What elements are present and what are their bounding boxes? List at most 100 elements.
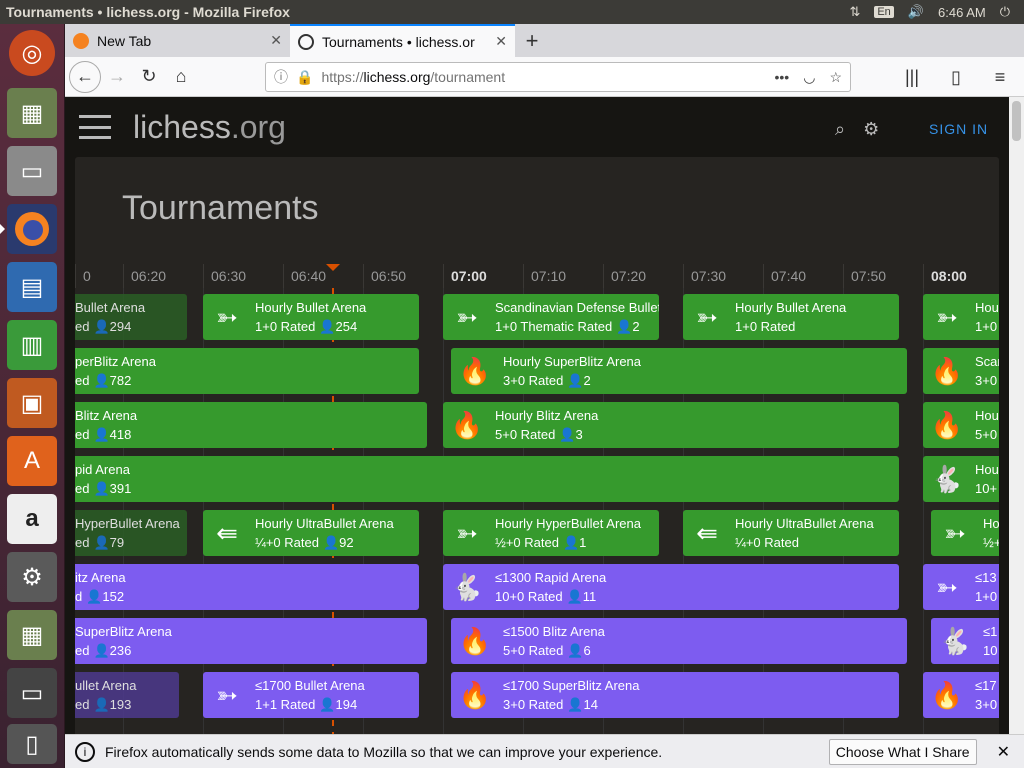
- floppy-icon[interactable]: ▭: [7, 668, 57, 718]
- tournament-card[interactable]: ullet Arena ed 👤193: [75, 672, 179, 718]
- tournament-name: Hourly Blitz Arena: [495, 408, 599, 423]
- tournament-card[interactable]: 🐇 ≤1 10: [931, 618, 999, 664]
- software-center-icon[interactable]: A: [7, 436, 57, 486]
- tournament-meta: d 👤152: [75, 589, 125, 604]
- file-manager-icon[interactable]: ▭: [7, 146, 57, 196]
- close-tab-icon[interactable]: ✕: [270, 32, 282, 49]
- back-button[interactable]: ←: [69, 60, 101, 93]
- choose-what-i-share-button[interactable]: Choose What I Share: [828, 738, 977, 765]
- tournament-card[interactable]: ➳ Hourly Bullet Arena 1+0 Rated: [683, 294, 899, 340]
- user-icon: 👤: [567, 373, 584, 388]
- gear-icon[interactable]: ⚙: [863, 119, 879, 140]
- network-icon[interactable]: ⇅: [849, 4, 860, 20]
- tournament-card[interactable]: ➳ Hourly HyperBullet Arena ½+0 Rated 👤1: [443, 510, 659, 556]
- tournament-card[interactable]: 🔥 Scan 3+0: [923, 348, 999, 394]
- hamburger-menu-icon[interactable]: [79, 115, 111, 139]
- scrollbar-thumb[interactable]: [1012, 101, 1021, 141]
- pocket-icon[interactable]: ◡: [803, 69, 815, 86]
- clock[interactable]: 6:46 AM: [938, 5, 986, 20]
- tournament-card[interactable]: ➳ Hou 1+0: [923, 294, 999, 340]
- disk-installer-icon[interactable]: ▦: [7, 88, 57, 138]
- tournament-card[interactable]: ➳ Hourly Bullet Arena 1+0 Rated 👤254: [203, 294, 419, 340]
- trash-icon[interactable]: ▯: [7, 724, 57, 764]
- site-logo[interactable]: lichess.org: [133, 109, 286, 146]
- tournament-meta: ed 👤236: [75, 643, 132, 658]
- reload-button[interactable]: ↻: [133, 61, 165, 93]
- user-icon: 👤: [86, 589, 103, 604]
- unity-launcher: ◎ ▦ ▭ ▤ ▥ ▣ A a ⚙ ▦ ▭ ▯: [0, 24, 65, 768]
- tournament-card[interactable]: HyperBullet Arena ed 👤79: [75, 510, 187, 556]
- page-scrollbar[interactable]: [1009, 97, 1024, 734]
- amazon-icon[interactable]: a: [7, 494, 57, 544]
- tournament-name: perBlitz Arena: [75, 354, 156, 369]
- tournament-meta: ¼+0 Rated: [735, 535, 799, 550]
- tournament-card[interactable]: 🔥 Hou 5+0: [923, 402, 999, 448]
- tournament-name: pid Arena: [75, 462, 130, 477]
- tournament-card[interactable]: perBlitz Arena ed 👤782: [75, 348, 419, 394]
- firefox-icon[interactable]: [0, 204, 57, 254]
- tournament-card[interactable]: 🐇 Hou 10+: [923, 456, 999, 502]
- tournament-name: SuperBlitz Arena: [75, 624, 172, 639]
- time-tick: 06:40: [283, 264, 326, 288]
- tournament-box: Tournaments 0 06:20 06:30 06:40 06:50 07:00 07…: [75, 157, 999, 734]
- user-icon: 👤: [93, 535, 110, 550]
- bookmark-star-icon[interactable]: ☆: [829, 69, 842, 86]
- impress-icon[interactable]: ▣: [7, 378, 57, 428]
- tournament-card[interactable]: ⇚ Hourly UltraBullet Arena ¼+0 Rated 👤92: [203, 510, 419, 556]
- tournament-card[interactable]: 🔥 Hourly SuperBlitz Arena 3+0 Rated 👤2: [451, 348, 907, 394]
- player-count: 👤152: [86, 589, 125, 604]
- keyboard-layout-indicator[interactable]: En: [874, 6, 894, 18]
- disk-installer-icon[interactable]: ▦: [7, 610, 57, 660]
- tournament-meta: ½+: [983, 535, 999, 550]
- info-icon: i: [75, 741, 95, 762]
- sign-in-link[interactable]: SIGN IN: [929, 121, 988, 137]
- library-icon[interactable]: |||: [896, 61, 928, 93]
- tournament-card[interactable]: 🔥 ≤1500 Blitz Arena 5+0 Rated 👤6: [451, 618, 907, 664]
- volume-icon[interactable]: 🔊: [908, 4, 924, 20]
- tournament-card[interactable]: 🔥 ≤17 3+0: [923, 672, 999, 718]
- tournament-name: HyperBullet Arena: [75, 516, 180, 531]
- user-icon: 👤: [559, 427, 576, 442]
- writer-icon[interactable]: ▤: [7, 262, 57, 312]
- settings-icon[interactable]: ⚙: [7, 552, 57, 602]
- close-tab-icon[interactable]: ✕: [495, 33, 507, 50]
- tournament-name: Hou: [975, 462, 999, 477]
- tournament-name: Scandinavian Defense Bullet A: [495, 300, 659, 315]
- user-icon: 👤: [93, 427, 110, 442]
- tournament-card[interactable]: ➳ ≤1700 Bullet Arena 1+1 Rated 👤194: [203, 672, 419, 718]
- tournament-card[interactable]: Blitz Arena ed 👤418: [75, 402, 427, 448]
- tournament-card[interactable]: 🔥 Hourly Blitz Arena 5+0 Rated 👤3: [443, 402, 899, 448]
- ubuntu-icon[interactable]: ◎: [9, 30, 55, 76]
- user-icon: 👤: [93, 373, 110, 388]
- tournament-card[interactable]: ➳ ≤13 1+0: [923, 564, 999, 610]
- tournament-card[interactable]: 🔥 ≤1700 SuperBlitz Arena 3+0 Rated 👤14: [451, 672, 899, 718]
- sidebar-icon[interactable]: ▯: [940, 61, 972, 93]
- home-button[interactable]: ⌂: [165, 61, 197, 93]
- tournament-card[interactable]: pid Arena ed 👤391: [75, 456, 899, 502]
- search-icon[interactable]: ⌕: [835, 119, 845, 140]
- bullet-icon: ➳: [696, 302, 718, 332]
- page-actions-icon[interactable]: •••: [775, 69, 790, 86]
- tournament-meta: 5+0 Rated 👤3: [495, 427, 583, 442]
- tournament-card[interactable]: ➳ Ho ½+: [931, 510, 999, 556]
- player-count: 👤254: [319, 319, 358, 334]
- url-bar[interactable]: ⓘ 🔒 https://lichess.org/tournament ••• ◡…: [265, 62, 851, 92]
- power-icon[interactable]: ⏻: [1000, 4, 1010, 20]
- tournament-card[interactable]: 🐇 ≤1300 Rapid Arena 10+0 Rated 👤11: [443, 564, 899, 610]
- menu-icon[interactable]: ≡: [984, 61, 1016, 93]
- tab-tournaments[interactable]: Tournaments • lichess.or ✕: [290, 24, 515, 57]
- tournament-card[interactable]: itz Arena d 👤152: [75, 564, 419, 610]
- calc-icon[interactable]: ▥: [7, 320, 57, 370]
- bullet-icon: ➳: [936, 572, 958, 602]
- tournament-meta: ed 👤193: [75, 697, 132, 712]
- tournament-card[interactable]: SuperBlitz Arena ed 👤236: [75, 618, 427, 664]
- tournament-card[interactable]: ⇚ Hourly UltraBullet Arena ¼+0 Rated: [683, 510, 899, 556]
- tab-new-tab[interactable]: New Tab ✕: [65, 24, 290, 57]
- tournament-card[interactable]: Bullet Arena ed 👤294: [75, 294, 187, 340]
- player-count: 👤92: [322, 535, 354, 550]
- close-notification-icon[interactable]: ✕: [997, 742, 1010, 762]
- forward-button[interactable]: →: [101, 61, 133, 93]
- new-tab-button[interactable]: +: [515, 24, 549, 57]
- tournament-card[interactable]: ➳ Scandinavian Defense Bullet A 1+0 Themat…: [443, 294, 659, 340]
- info-icon[interactable]: ⓘ: [274, 67, 288, 87]
